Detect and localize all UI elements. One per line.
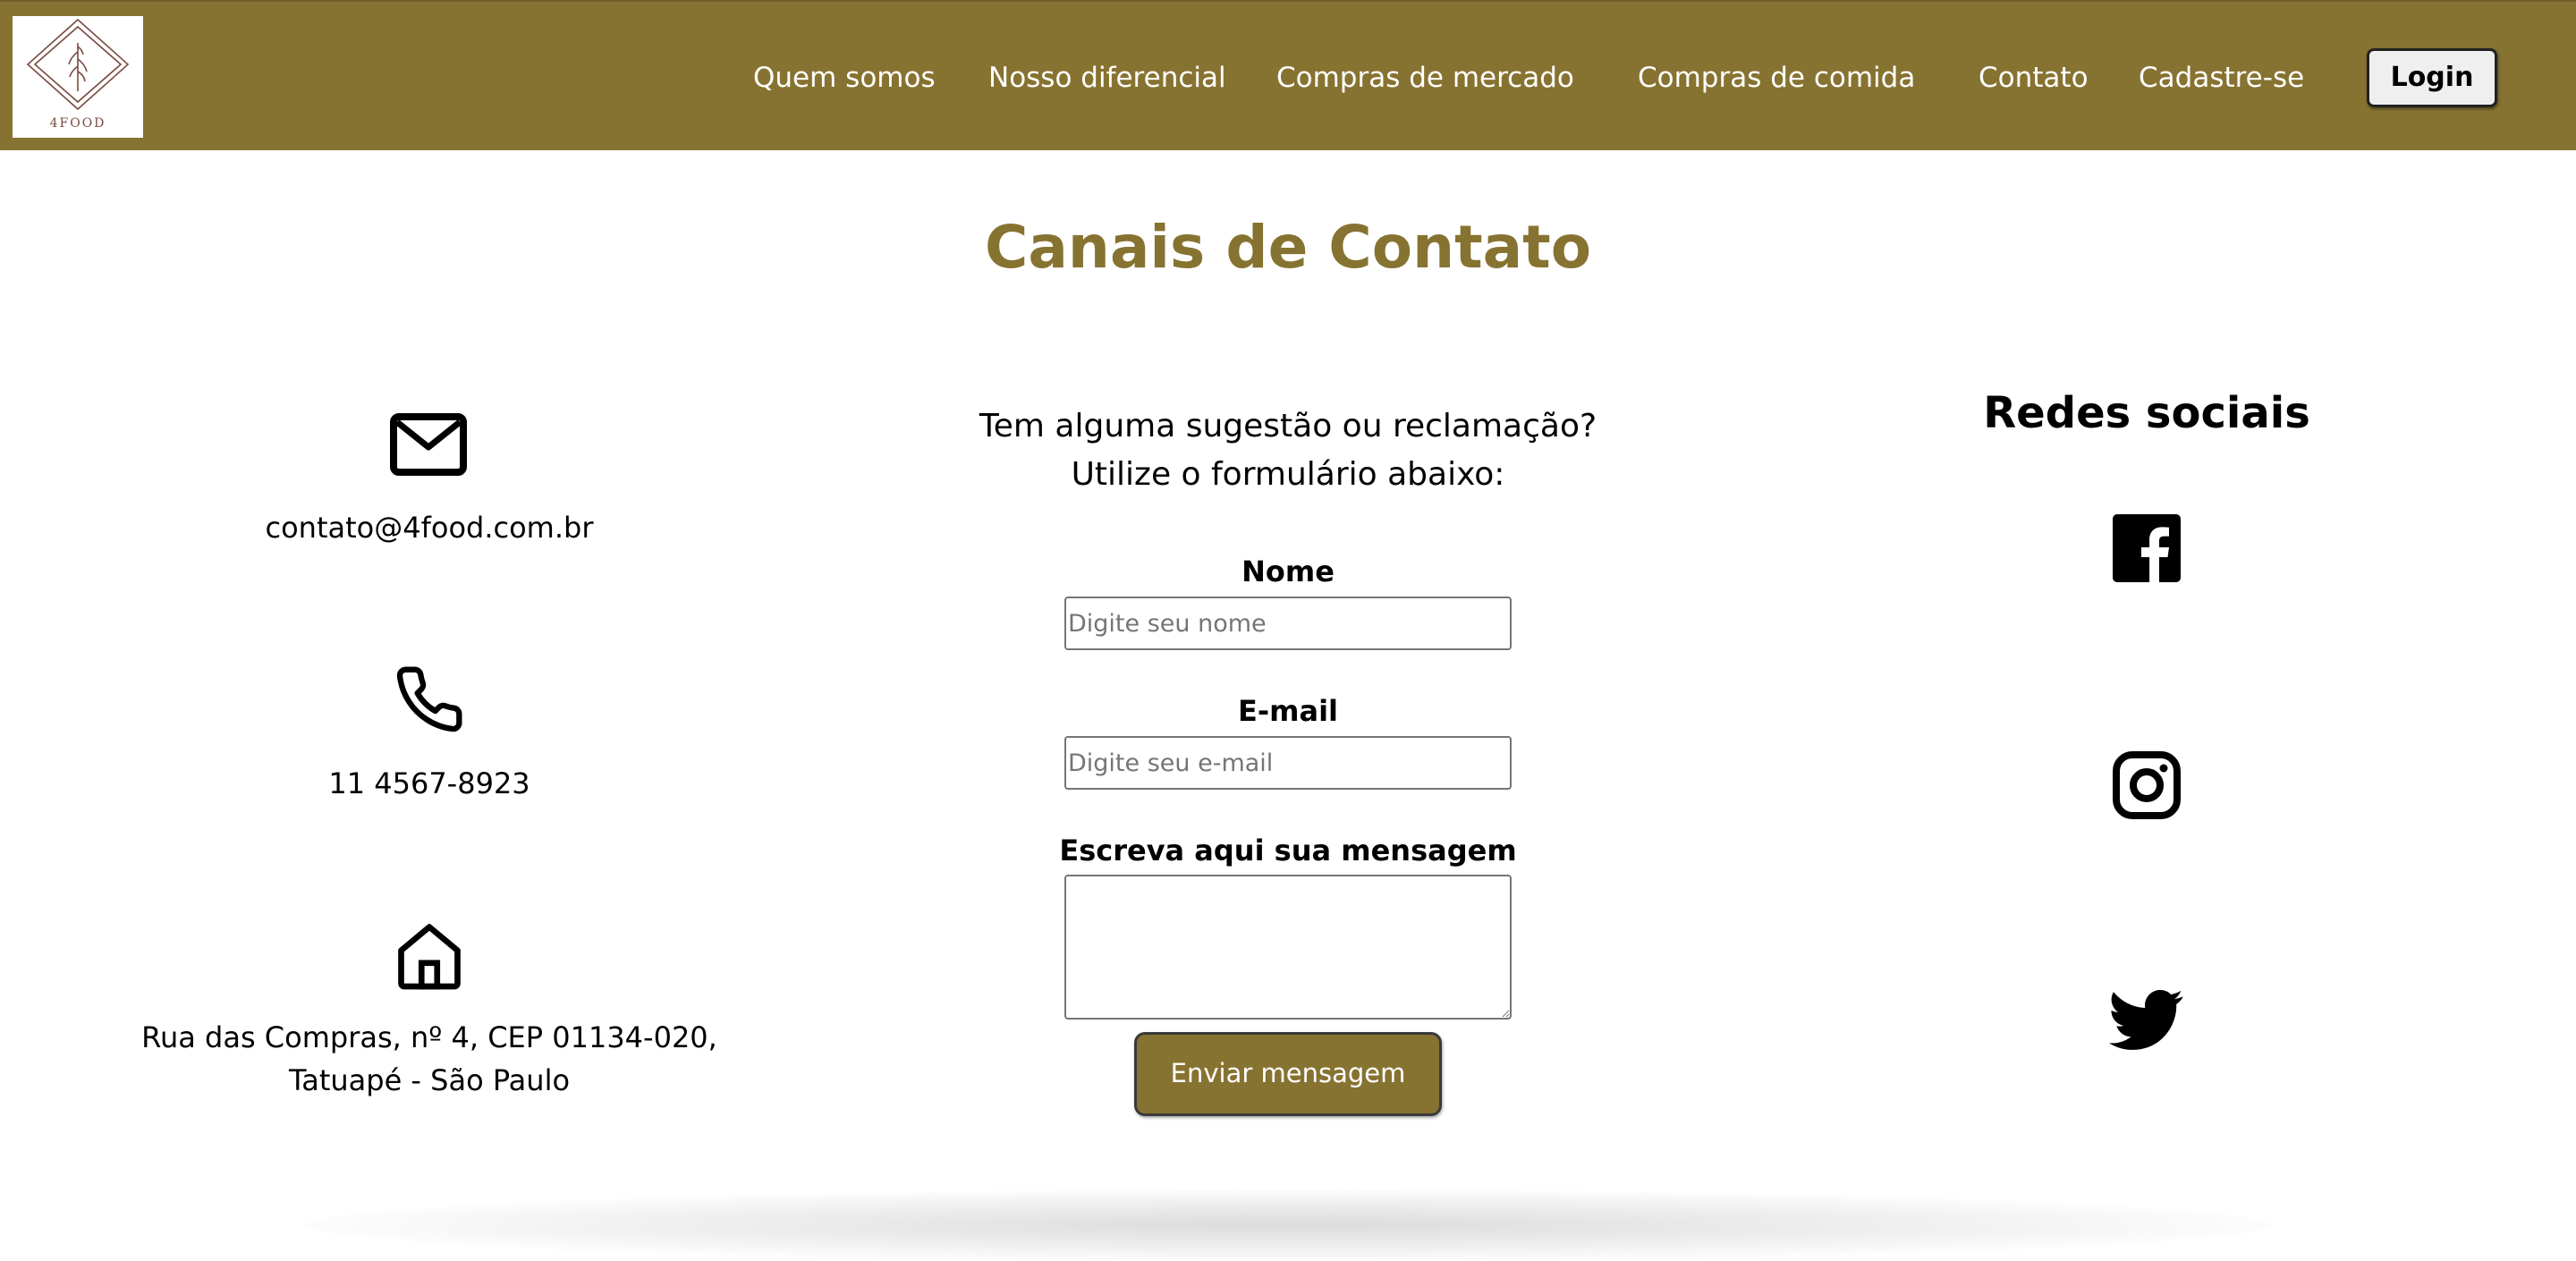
logo-emblem-icon — [26, 18, 130, 111]
phone-icon — [396, 666, 462, 732]
contact-address-line1: Rua das Compras, nº 4, CEP 01134-020, — [141, 1020, 717, 1054]
twitter-icon[interactable] — [2109, 989, 2184, 1052]
send-message-button[interactable]: Enviar mensagem — [1134, 1032, 1442, 1116]
nav-item-nosso-diferencial[interactable]: Nosso diferencial — [988, 55, 1226, 100]
form-intro-line1: Tem alguma sugestão ou reclamação? — [979, 408, 1597, 444]
nav-item-compras-de-comida[interactable]: Compras de comida — [1638, 55, 1915, 100]
email-label: E-mail — [1237, 694, 1338, 728]
page-title: Canais de Contato — [984, 213, 1592, 282]
facebook-icon[interactable] — [2113, 514, 2181, 582]
form-intro: Tem alguma sugestão ou reclamação? Utili… — [841, 402, 1735, 499]
nav-item-contato[interactable]: Contato — [1979, 55, 2089, 100]
form-intro-line2: Utilize o formulário abaixo: — [1071, 456, 1505, 493]
nav-item-compras-de-mercado[interactable]: Compras de mercado — [1276, 55, 1574, 100]
name-input[interactable] — [1064, 597, 1512, 650]
social-title: Redes sociais — [1983, 388, 2310, 438]
nav-item-quem-somos[interactable]: Quem somos — [753, 55, 936, 100]
message-textarea[interactable] — [1064, 875, 1512, 1020]
brand-logo[interactable]: 4FOOD — [13, 16, 143, 138]
footer-shadow — [304, 1189, 2272, 1261]
contact-phone[interactable]: 11 4567-8923 — [125, 762, 733, 805]
contact-email[interactable]: contato@4food.com.br — [125, 506, 733, 549]
logo-text: 4FOOD — [49, 116, 106, 131]
message-label: Escreva aqui sua mensagem — [1059, 834, 1517, 867]
nav-item-cadastre-se[interactable]: Cadastre-se — [2139, 55, 2304, 100]
site-header: 4FOOD Quem somos Nosso diferencial Compr… — [0, 0, 2576, 150]
instagram-icon[interactable] — [2113, 751, 2181, 819]
contact-address-line2: Tatuapé - São Paulo — [288, 1063, 571, 1097]
house-icon — [398, 924, 461, 990]
login-button[interactable]: Login — [2367, 48, 2497, 107]
name-label: Nome — [1241, 554, 1335, 588]
envelope-icon — [390, 413, 467, 476]
email-input[interactable] — [1064, 736, 1512, 790]
